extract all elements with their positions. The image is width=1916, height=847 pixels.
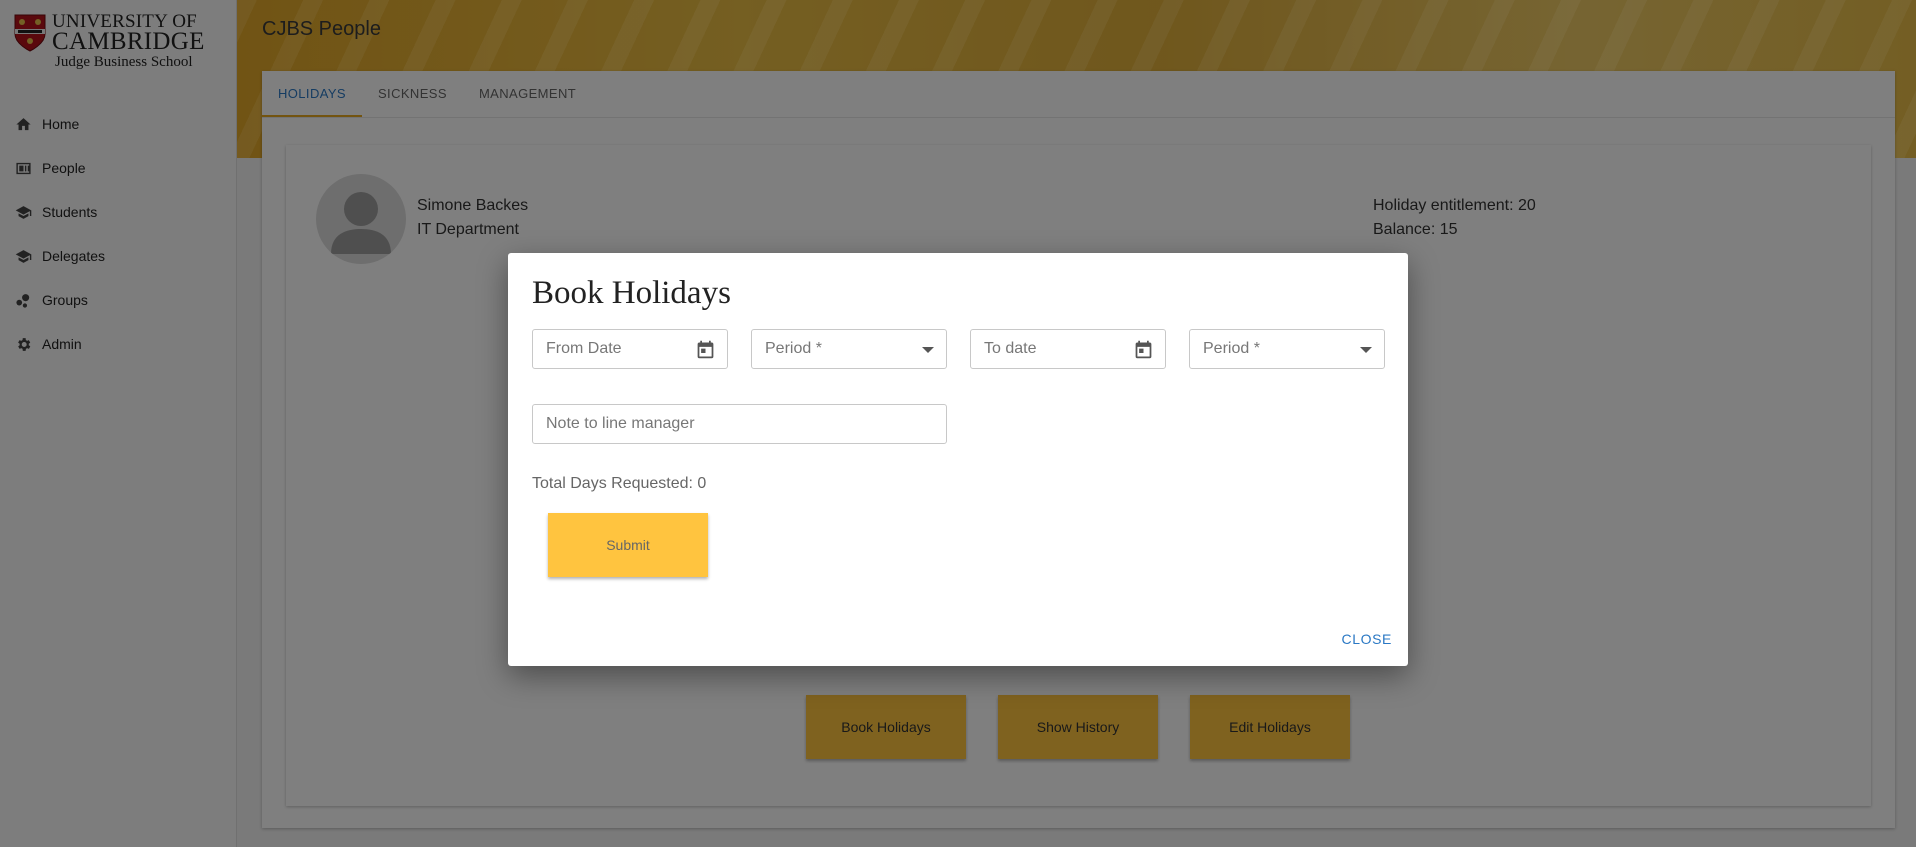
note-to-manager-input[interactable] bbox=[533, 405, 946, 443]
from-date-field[interactable] bbox=[532, 329, 728, 369]
total-days-requested: Total Days Requested: 0 bbox=[532, 475, 707, 492]
to-period-select[interactable]: Period * bbox=[1189, 329, 1385, 369]
chevron-down-icon bbox=[1360, 347, 1372, 353]
to-period-label: Period * bbox=[1203, 340, 1260, 357]
to-date-field[interactable] bbox=[970, 329, 1166, 369]
calendar-icon[interactable] bbox=[695, 339, 716, 360]
chevron-down-icon bbox=[922, 347, 934, 353]
from-period-label: Period * bbox=[765, 340, 822, 357]
close-button[interactable]: CLOSE bbox=[1342, 631, 1392, 647]
calendar-icon[interactable] bbox=[1133, 339, 1154, 360]
from-period-select[interactable]: Period * bbox=[751, 329, 947, 369]
dialog-title: Book Holidays bbox=[532, 275, 731, 311]
book-holidays-dialog: Book Holidays Period * Period * Total Da… bbox=[508, 253, 1408, 666]
submit-button[interactable]: Submit bbox=[548, 513, 708, 577]
note-field[interactable] bbox=[532, 404, 947, 444]
